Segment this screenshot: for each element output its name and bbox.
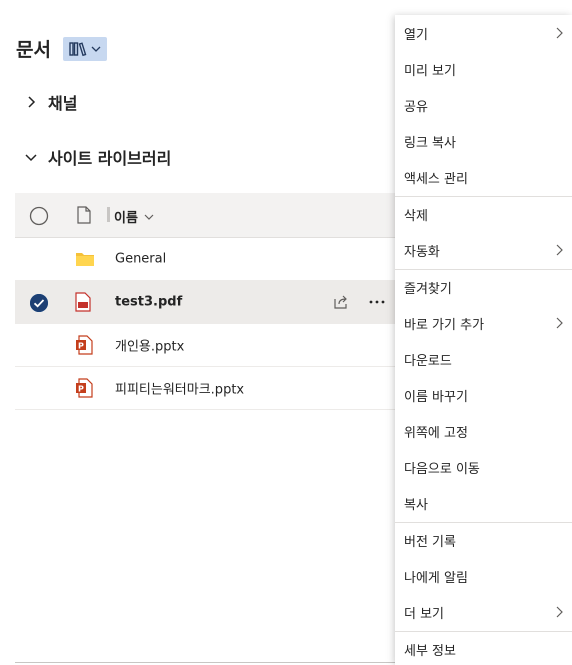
menu-item-details[interactable]: 세부 정보 [395,634,572,664]
menu-item-automate[interactable]: 자동화 [395,235,572,265]
menu-item-label: 복사 [404,497,428,513]
nav-channels[interactable]: 채널 [24,90,77,114]
chevron-right-icon [556,27,563,39]
pptx-file-icon: P [76,378,93,398]
list-header: 이름 [15,193,395,238]
menu-item-move-to[interactable]: 다음으로 이동 [395,452,572,482]
menu-item-label: 자동화 [404,244,440,260]
menu-item-label: 공유 [404,99,428,115]
select-all-checkbox[interactable] [29,206,49,226]
file-type-icon [77,206,91,224]
menu-item-more[interactable]: 더 보기 [395,597,572,627]
menu-separator [395,269,572,270]
list-item-selected[interactable]: test3.pdf [15,281,395,324]
menu-item-label: 삭제 [404,208,428,224]
column-header-name-label: 이름 [114,211,138,226]
menu-item-label: 나에게 알림 [404,570,468,586]
menu-item-copy-link[interactable]: 링크 복사 [395,126,572,156]
pptx-file-icon: P [76,335,93,355]
menu-item-rename[interactable]: 이름 바꾸기 [395,380,572,410]
menu-item-label: 링크 복사 [404,135,456,151]
menu-item-label: 다운로드 [404,353,452,369]
menu-item-label: 위쪽에 고정 [404,425,468,441]
menu-separator [395,196,572,197]
menu-item-open[interactable]: 열기 [395,18,572,48]
menu-item-label: 이름 바꾸기 [404,389,468,405]
menu-item-label: 즐겨찾기 [404,281,452,297]
menu-item-label: 버전 기록 [404,534,456,550]
list-item-name[interactable]: General [115,252,166,267]
chevron-down-icon [25,154,37,162]
menu-item-label: 세부 정보 [404,643,456,659]
menu-item-download[interactable]: 다운로드 [395,344,572,374]
nav-site-libraries-label: 사이트 라이브러리 [48,149,172,168]
menu-item-label: 미리 보기 [404,63,456,79]
pdf-file-icon [75,292,91,312]
menu-item-alert-me[interactable]: 나에게 알림 [395,561,572,591]
library-view-button[interactable] [63,37,107,61]
menu-item-label: 바로 가기 추가 [404,317,485,333]
chevron-right-icon [28,96,36,108]
svg-text:P: P [78,342,84,351]
menu-item-delete[interactable]: 삭제 [395,199,572,229]
list-item-name[interactable]: test3.pdf [115,295,182,310]
library-icon [69,42,87,57]
list-item[interactable]: P 피피티는워터마크.pptx [15,367,395,410]
menu-item-add-shortcut[interactable]: 바로 가기 추가 [395,308,572,338]
divider [15,662,395,663]
menu-item-pin-to-top[interactable]: 위쪽에 고정 [395,416,572,446]
chevron-down-icon [144,214,154,220]
svg-text:P: P [78,385,84,394]
chevron-right-icon [556,244,563,256]
menu-item-label: 액세스 관리 [404,171,468,187]
menu-separator [395,522,572,523]
menu-item-version-history[interactable]: 버전 기록 [395,525,572,555]
chevron-down-icon [91,46,101,52]
more-options-icon[interactable] [369,300,385,304]
menu-item-label: 열기 [404,27,428,43]
chevron-right-icon [556,317,563,329]
menu-separator [395,631,572,632]
folder-icon [76,253,94,266]
menu-item-share[interactable]: 공유 [395,90,572,120]
nav-channels-label: 채널 [48,94,78,113]
menu-item-label: 다음으로 이동 [404,461,480,477]
list-item-name[interactable]: 피피티는워터마크.pptx [115,379,244,398]
list-item[interactable]: General [15,238,395,281]
page-title: 문서 [16,39,51,61]
chevron-right-icon [556,606,563,618]
share-icon[interactable] [333,294,349,310]
menu-item-favorite[interactable]: 즐겨찾기 [395,272,572,302]
row-checkbox-checked[interactable] [29,293,49,313]
column-header-name[interactable]: 이름 [114,207,154,226]
menu-item-label: 더 보기 [404,606,445,622]
list-item[interactable]: P 개인용.pptx [15,324,395,367]
context-menu: 열기 미리 보기 공유 링크 복사 액세스 관리 삭제 자동화 즐겨찾기 바로 … [395,15,572,665]
menu-item-preview[interactable]: 미리 보기 [395,54,572,84]
menu-item-manage-access[interactable]: 액세스 관리 [395,162,572,192]
nav-site-libraries[interactable]: 사이트 라이브러리 [24,145,171,169]
list-item-name[interactable]: 개인용.pptx [115,336,184,355]
menu-item-copy[interactable]: 복사 [395,488,572,518]
